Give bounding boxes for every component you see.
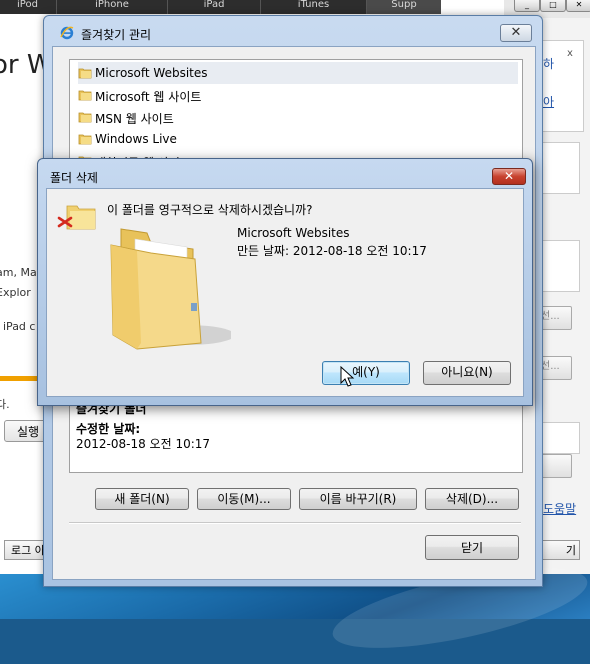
page-text-line: , iPad c [0, 320, 36, 333]
folder-created-date: 만든 날짜: 2012-08-18 오전 10:17 [237, 244, 427, 258]
folder-name: Microsoft Websites [237, 226, 350, 240]
top-navigation-bar: iPod iPhone iPad iTunes Supp [0, 0, 441, 14]
tree-item-label: MSN 웹 사이트 [95, 112, 174, 126]
dialog-title: 폴더 삭제 [50, 171, 98, 185]
folder-icon [78, 90, 92, 101]
tree-item[interactable]: Windows Live [78, 128, 518, 150]
dialog-client-area: 이 폴더를 영구적으로 삭제하시겠습니까? Microsoft Websites… [46, 188, 524, 397]
close-dialog-button[interactable]: 닫기 [425, 535, 519, 560]
move-button[interactable]: 이동(M)... [197, 488, 291, 510]
panel-text: 하 [543, 57, 555, 71]
close-button[interactable]: 기 [540, 540, 580, 560]
yes-button[interactable]: 예(Y) [322, 361, 410, 385]
folder-icon [110, 228, 231, 350]
tree-item[interactable]: Microsoft 웹 사이트 [78, 84, 518, 106]
page-text-line: 다. [0, 398, 10, 411]
nav-tab-ipod[interactable]: iPod [0, 0, 55, 14]
page-text-line: Explor [0, 286, 31, 299]
sidebar-box [540, 240, 580, 292]
title-bar[interactable]: 즐겨찾기 관리 ✕ [44, 16, 542, 46]
panel-link[interactable]: 아 [543, 93, 554, 110]
delete-folder-icon [57, 205, 96, 230]
close-button[interactable]: ✕ [492, 168, 526, 185]
no-button[interactable]: 아니요(N) [423, 361, 511, 385]
nav-tab-ipad[interactable]: iPad [167, 0, 260, 14]
nav-tab-itunes[interactable]: iTunes [260, 0, 366, 14]
mouse-cursor-icon [340, 366, 355, 387]
tree-item[interactable]: MSN 웹 사이트 [78, 106, 518, 128]
help-link[interactable]: 도움말 [543, 500, 576, 517]
sidebar-box [540, 422, 580, 454]
confirmation-question: 이 폴더를 영구적으로 삭제하시겠습니까? [107, 203, 313, 217]
folder-icon [78, 68, 92, 79]
sidebar-button[interactable] [540, 454, 572, 478]
close-button[interactable]: ✕ [500, 24, 532, 42]
tree-item-label: Windows Live [95, 132, 177, 146]
delete-button[interactable]: 삭제(D)... [425, 488, 519, 510]
minimize-icon[interactable]: _ [514, 0, 540, 12]
sidebar-box [540, 142, 580, 194]
delete-folder-dialog: 폴더 삭제 ✕ 이 폴더를 영구적으로 삭제하시겠습니까? Microsoft … [37, 158, 533, 406]
rename-button[interactable]: 이름 바꾸기(R) [299, 488, 417, 510]
maximize-icon[interactable]: □ [540, 0, 566, 12]
new-folder-button[interactable]: 새 폴더(N) [95, 488, 189, 510]
tree-item[interactable]: Microsoft Websites [78, 62, 518, 84]
internet-explorer-icon [60, 26, 74, 40]
page-text-line: am, Ma [0, 266, 37, 279]
close-icon[interactable]: ✕ [566, 0, 590, 12]
modified-date-value: 2012-08-18 오전 10:17 [76, 437, 211, 451]
close-icon[interactable]: x [567, 48, 573, 59]
nav-tab-iphone[interactable]: iPhone [56, 0, 167, 14]
tree-item-label: Microsoft Websites [95, 66, 208, 80]
nav-tab-support[interactable]: Supp [366, 0, 441, 14]
folder-icon [78, 112, 92, 123]
notification-panel [540, 40, 584, 132]
sidebar-button[interactable]: 선... [540, 356, 572, 380]
tree-item-label: Microsoft 웹 사이트 [95, 90, 202, 104]
window-title: 즐겨찾기 관리 [81, 28, 152, 42]
folder-icon [78, 134, 92, 145]
sidebar-button[interactable]: 선... [540, 306, 572, 330]
separator [69, 522, 521, 524]
